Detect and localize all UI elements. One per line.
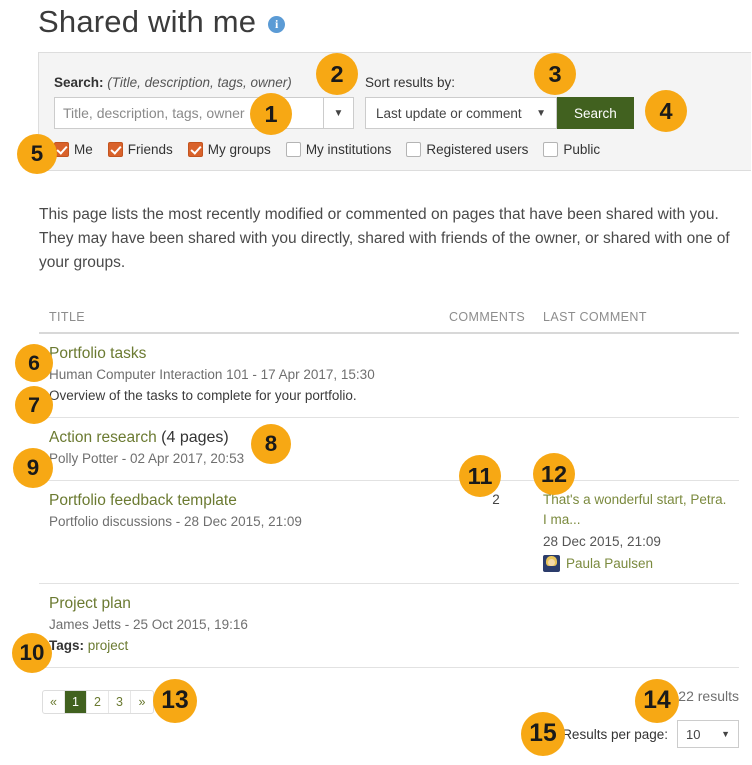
sort-group: Last update or comment ▼ Search <box>365 97 634 129</box>
row-title-link[interactable]: Action research <box>49 427 157 448</box>
row-tags: Tags: project <box>49 636 449 656</box>
results-per-page: Results per page: 10 ▼ <box>562 720 739 748</box>
callout-badge-11: 11 <box>459 455 501 497</box>
callout-badge-13: 13 <box>153 679 197 723</box>
row-last-comment-cell <box>543 343 733 406</box>
search-dropdown-button[interactable]: ▼ <box>324 97 354 129</box>
row-title-cell: Project plan James Jetts - 25 Oct 2015, 1… <box>49 593 449 656</box>
filter-checkbox-me[interactable]: Me <box>54 142 93 157</box>
filter-checkbox-label: Friends <box>127 142 173 157</box>
callout-badge-15: 15 <box>521 712 565 756</box>
info-icon[interactable]: i <box>268 15 286 33</box>
table-row: Project plan James Jetts - 25 Oct 2015, 1… <box>39 584 739 668</box>
last-comment-text[interactable]: That's a wonderful start, Petra. I ma... <box>543 490 733 530</box>
row-last-comment-cell: That's a wonderful start, Petra. I ma...… <box>543 490 733 572</box>
results-count: 22 results <box>678 688 739 704</box>
last-comment-author-name: Paula Paulsen <box>566 556 654 571</box>
page-header: Shared with me i <box>38 2 286 42</box>
pagination-page-«[interactable]: « <box>43 691 65 713</box>
row-meta: James Jetts - 25 Oct 2015, 19:16 <box>49 617 248 632</box>
search-label-row: Search: (Title, description, tags, owner… <box>54 75 292 90</box>
table-row: Portfolio tasks Human Computer Interactio… <box>39 334 739 418</box>
table-body: Portfolio tasks Human Computer Interactio… <box>39 334 739 668</box>
filter-checkbox-my-groups[interactable]: My groups <box>187 142 271 157</box>
sort-select-value: Last update or comment <box>376 105 522 121</box>
filter-checkbox-my-institutions[interactable]: My institutions <box>285 142 392 157</box>
last-comment-author[interactable]: Paula Paulsen <box>543 555 733 572</box>
column-header-title: TITLE <box>49 310 86 324</box>
row-comments-count <box>449 343 543 406</box>
row-meta: Polly Potter - 02 Apr 2017, 20:53 <box>49 451 245 466</box>
row-meta: Human Computer Interaction 101 - 17 Apr … <box>49 367 375 382</box>
callout-badge-12: 12 <box>533 453 575 495</box>
filter-checkbox-label: Me <box>74 142 93 157</box>
avatar <box>543 555 560 572</box>
row-title-link[interactable]: Portfolio feedback template <box>49 490 237 511</box>
filter-checkbox-row: Me Friends My groups My institutions Registe… <box>54 142 609 157</box>
results-per-page-select[interactable]: 10 ▼ <box>677 720 739 748</box>
filter-checkbox-label: Registered users <box>426 142 529 157</box>
callout-badge-10: 10 <box>12 633 52 673</box>
row-title-link[interactable]: Portfolio tasks <box>49 343 146 364</box>
filter-checkbox-registered-users[interactable]: Registered users <box>406 142 528 157</box>
row-description: Overview of the tasks to complete for yo… <box>49 388 357 403</box>
pagination-page-3[interactable]: 3 <box>109 691 131 713</box>
callout-badge-1: 1 <box>250 93 292 135</box>
filter-checkbox-label: My institutions <box>305 142 392 157</box>
results-per-page-value: 10 <box>686 726 701 742</box>
callout-badge-3: 3 <box>534 53 576 95</box>
checkbox-icon[interactable] <box>543 142 559 157</box>
intro-paragraph: This page lists the most recently modifi… <box>39 206 730 271</box>
row-meta: Portfolio discussions - 28 Dec 2015, 21:… <box>49 514 302 529</box>
results-table: TITLE COMMENTS LAST COMMENT Portfolio ta… <box>39 310 739 668</box>
column-header-last-comment: LAST COMMENT <box>543 310 647 324</box>
callout-badge-14: 14 <box>635 679 679 723</box>
checkbox-icon[interactable] <box>285 142 301 157</box>
filter-checkbox-label: My groups <box>207 142 271 157</box>
callout-badge-4: 4 <box>645 90 687 132</box>
chevron-down-icon: ▼ <box>536 107 546 119</box>
row-page-count: (4 pages) <box>156 429 229 446</box>
callout-badge-9: 9 <box>13 448 53 488</box>
checkbox-icon[interactable] <box>187 142 203 157</box>
row-comments-count <box>449 593 543 656</box>
search-button[interactable]: Search <box>557 97 634 129</box>
sort-label: Sort results by: <box>365 75 456 90</box>
table-header-row: TITLE COMMENTS LAST COMMENT <box>39 310 739 334</box>
row-tags-label: Tags: <box>49 638 85 653</box>
table-row: Portfolio feedback template Portfolio dis… <box>39 481 739 584</box>
row-comments-count: 2 <box>492 492 500 507</box>
search-field-group: ▼ <box>54 97 354 129</box>
pagination-page-»[interactable]: » <box>131 691 153 713</box>
checkbox-icon[interactable] <box>107 142 123 157</box>
row-title-cell: Portfolio tasks Human Computer Interactio… <box>49 343 449 406</box>
pagination[interactable]: «1 2 3» <box>42 690 154 714</box>
callout-badge-7: 7 <box>15 386 53 424</box>
filter-checkbox-label: Public <box>563 142 601 157</box>
results-per-page-label: Results per page: <box>562 726 668 742</box>
row-title-cell: Action research (4 pages) Polly Potter - … <box>49 427 449 469</box>
callout-badge-5: 5 <box>17 134 57 174</box>
chevron-down-icon: ▼ <box>333 107 344 119</box>
filter-checkbox-friends[interactable]: Friends <box>107 142 173 157</box>
callout-badge-8: 8 <box>251 424 291 464</box>
search-hint: (Title, description, tags, owner) <box>107 75 292 90</box>
row-tag-link[interactable]: project <box>88 638 129 653</box>
last-comment-date: 28 Dec 2015, 21:09 <box>543 534 661 549</box>
filter-checkbox-public[interactable]: Public <box>543 142 600 157</box>
sort-select[interactable]: Last update or comment ▼ <box>365 97 557 129</box>
pagination-page-1[interactable]: 1 <box>65 691 87 713</box>
chevron-down-icon: ▼ <box>721 729 730 739</box>
row-last-comment-cell <box>543 593 733 656</box>
page-title: Shared with me <box>38 4 257 39</box>
checkbox-icon[interactable] <box>406 142 422 157</box>
search-label: Search: <box>54 75 104 90</box>
table-row: Action research (4 pages) Polly Potter - … <box>39 418 739 481</box>
column-header-comments: COMMENTS <box>449 310 526 324</box>
callout-badge-2: 2 <box>316 53 358 95</box>
callout-badge-6: 6 <box>15 344 53 382</box>
row-title-cell: Portfolio feedback template Portfolio dis… <box>49 490 449 572</box>
row-title-link[interactable]: Project plan <box>49 593 131 614</box>
pagination-page-2[interactable]: 2 <box>87 691 109 713</box>
